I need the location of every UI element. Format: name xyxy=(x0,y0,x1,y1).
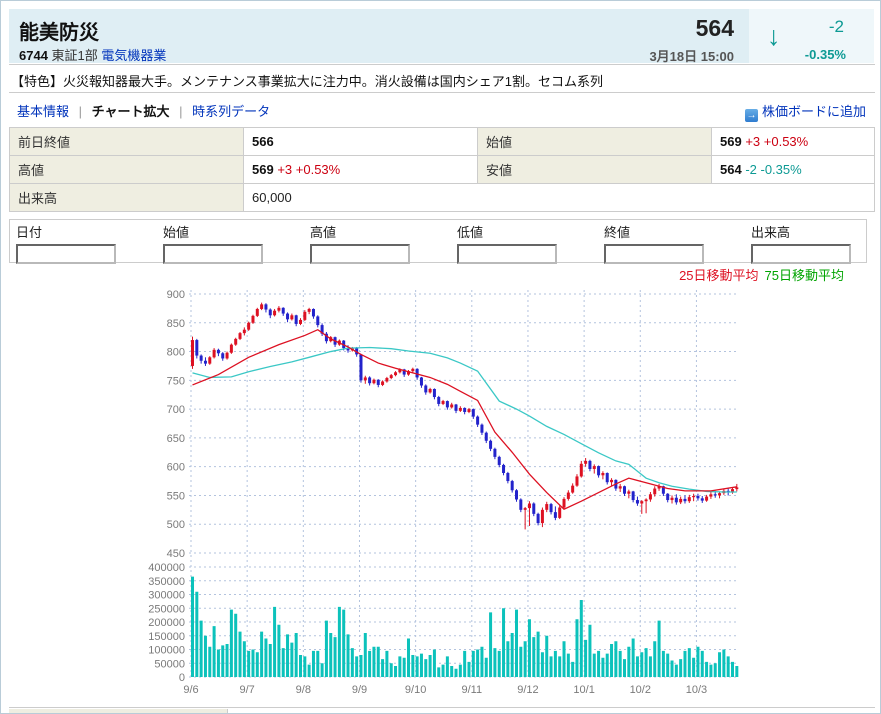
stock-code: 6744 xyxy=(19,48,48,63)
volume-label: 出来高 xyxy=(10,184,244,212)
stock-name: 能美防災 xyxy=(19,16,99,45)
svg-text:350000: 350000 xyxy=(148,576,185,588)
input-col-high: 高値 xyxy=(310,222,450,264)
svg-text:800: 800 xyxy=(167,347,185,359)
industry-link[interactable]: 電気機器業 xyxy=(101,48,166,63)
svg-text:9/7: 9/7 xyxy=(240,684,255,696)
prev-close-label: 前日終値 xyxy=(10,128,244,156)
quote-header: 能美防災 6744 東証1部 電気機器業 564 3月18日 15:00 ↓ -… xyxy=(9,9,874,63)
svg-text:650: 650 xyxy=(167,433,185,445)
svg-text:10/2: 10/2 xyxy=(630,684,651,696)
svg-text:200000: 200000 xyxy=(148,617,185,629)
svg-text:10/1: 10/1 xyxy=(573,684,594,696)
svg-text:850: 850 xyxy=(167,318,185,330)
high-change: +3 +0.53% xyxy=(277,162,340,177)
svg-text:9/11: 9/11 xyxy=(462,684,483,696)
svg-text:250000: 250000 xyxy=(148,603,185,615)
tab-chart-enlarged-current: チャート拡大 xyxy=(92,104,170,119)
high-value: 569 +3 +0.53% xyxy=(244,156,478,184)
price-summary-table: 前日終値 566 始値 569 +3 +0.53% 高値 569 +3 +0.5… xyxy=(9,127,875,212)
prev-close-value: 566 xyxy=(244,128,478,156)
price-down-arrow-icon: ↓ xyxy=(767,23,781,50)
svg-text:50000: 50000 xyxy=(154,658,185,670)
table-row: 前日終値 566 始値 569 +3 +0.53% xyxy=(10,128,875,156)
svg-text:9/9: 9/9 xyxy=(352,684,367,696)
legend-ma75: 75日移動平均 xyxy=(765,268,844,283)
svg-text:500: 500 xyxy=(167,519,185,531)
input-col-low: 低値 xyxy=(457,222,597,264)
svg-text:900: 900 xyxy=(167,289,185,301)
add-board-link[interactable]: 株価ボードに追加 xyxy=(762,104,866,119)
svg-text:700: 700 xyxy=(167,404,185,416)
high-input[interactable] xyxy=(310,244,410,264)
price-change: -2 xyxy=(829,17,844,37)
svg-text:10/3: 10/3 xyxy=(686,684,707,696)
svg-text:9/10: 9/10 xyxy=(405,684,426,696)
open-input[interactable] xyxy=(163,244,263,264)
svg-text:750: 750 xyxy=(167,375,185,387)
close-input[interactable] xyxy=(604,244,704,264)
tab-separator: | xyxy=(179,104,182,119)
input-col-close: 終値 xyxy=(604,222,744,264)
date-input[interactable] xyxy=(16,244,116,264)
low-label: 安値 xyxy=(478,156,712,184)
low-input[interactable] xyxy=(457,244,557,264)
svg-text:0: 0 xyxy=(179,672,185,684)
table-row: 出来高 60,000 xyxy=(10,184,875,212)
quote-datetime: 3月18日 15:00 xyxy=(649,46,734,65)
ma-legend: 25日移動平均 75日移動平均 xyxy=(679,265,844,284)
open-label: 始値 xyxy=(478,128,712,156)
svg-text:600: 600 xyxy=(167,462,185,474)
open-change: +3 +0.53% xyxy=(745,134,808,149)
add-to-price-board[interactable]: → 株価ボードに追加 xyxy=(745,101,866,122)
tab-time-series[interactable]: 時系列データ xyxy=(192,104,270,119)
svg-text:100000: 100000 xyxy=(148,645,185,657)
svg-text:150000: 150000 xyxy=(148,631,185,643)
add-board-arrow-icon: → xyxy=(745,109,758,122)
table-row: 高値 569 +3 +0.53% 安値 564 -2 -0.35% xyxy=(10,156,875,184)
svg-text:9/12: 9/12 xyxy=(517,684,538,696)
svg-text:9/8: 9/8 xyxy=(296,684,311,696)
svg-text:450: 450 xyxy=(167,548,185,560)
stock-sub-line: 6744 東証1部 電気機器業 xyxy=(19,45,166,64)
svg-text:550: 550 xyxy=(167,490,185,502)
divider xyxy=(9,92,875,93)
low-change: -2 -0.35% xyxy=(745,162,801,177)
current-price: 564 xyxy=(696,15,734,42)
high-label: 高値 xyxy=(10,156,244,184)
next-section-label-cell xyxy=(9,709,228,714)
price-change-percent: -0.35% xyxy=(805,47,846,62)
tab-basic-info[interactable]: 基本情報 xyxy=(17,104,69,119)
input-col-open: 始値 xyxy=(163,222,303,264)
stock-market: 東証1部 xyxy=(52,48,98,63)
input-col-volume: 出来高 xyxy=(751,222,881,264)
svg-text:300000: 300000 xyxy=(148,590,185,602)
divider xyxy=(9,64,875,65)
ohlc-input-panel: 日付 始値 高値 低値 終値 出来高 xyxy=(9,219,867,263)
company-feature-text: 【特色】火災報知器最大手。メンテナンス事業拡大に注力中。消火設備は国内シェア1割… xyxy=(11,71,871,90)
open-value: 569 +3 +0.53% xyxy=(712,128,875,156)
view-tabs: 基本情報 | チャート拡大 | 時系列データ xyxy=(17,101,270,120)
stock-detail-page: 能美防災 6744 東証1部 電気機器業 564 3月18日 15:00 ↓ -… xyxy=(0,0,881,714)
svg-text:9/6: 9/6 xyxy=(183,684,198,696)
svg-text:400000: 400000 xyxy=(148,562,185,574)
low-value: 564 -2 -0.35% xyxy=(712,156,875,184)
volume-value: 60,000 xyxy=(244,184,875,212)
next-section-row xyxy=(9,707,875,714)
legend-ma25: 25日移動平均 xyxy=(679,268,758,283)
input-col-date: 日付 xyxy=(16,222,156,264)
volume-input[interactable] xyxy=(751,244,851,264)
tab-separator: | xyxy=(79,104,82,119)
